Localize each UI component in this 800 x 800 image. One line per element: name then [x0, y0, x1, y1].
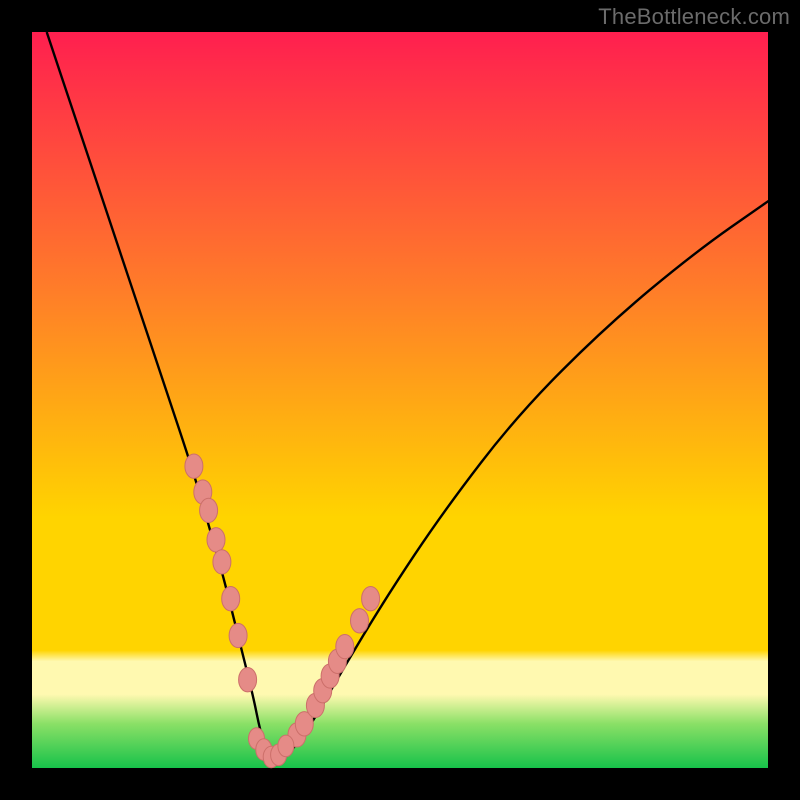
data-marker [185, 454, 203, 478]
data-marker [351, 609, 369, 633]
data-marker [200, 498, 218, 522]
data-marker [278, 735, 294, 757]
plot-area [32, 32, 768, 768]
data-marker [222, 587, 240, 611]
outer-frame: TheBottleneck.com [0, 0, 800, 800]
data-marker [207, 528, 225, 552]
data-marker [336, 634, 354, 658]
data-marker [213, 550, 231, 574]
marker-group [185, 454, 380, 768]
data-marker [362, 587, 380, 611]
data-marker [229, 623, 247, 647]
curve-layer [32, 32, 768, 768]
bottleneck-curve [47, 32, 768, 759]
data-marker [239, 668, 257, 692]
watermark-text: TheBottleneck.com [598, 4, 790, 30]
